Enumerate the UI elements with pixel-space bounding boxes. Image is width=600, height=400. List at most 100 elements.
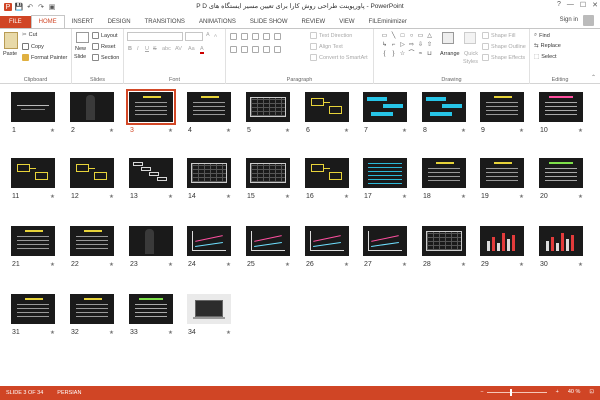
tab-file[interactable]: FILE: [0, 16, 31, 28]
minimize-icon[interactable]: —: [567, 1, 574, 9]
justify-icon[interactable]: [263, 46, 270, 53]
font-name-box[interactable]: [127, 32, 183, 41]
shape-item[interactable]: ≈: [416, 50, 425, 59]
bold-button[interactable]: B: [128, 46, 132, 52]
language-indicator[interactable]: PERSIAN: [57, 390, 81, 396]
slide-thumbnail[interactable]: [70, 158, 114, 188]
shape-fill-button[interactable]: Shape Fill: [482, 32, 515, 39]
shape-item[interactable]: ▭: [380, 32, 389, 41]
italic-button[interactable]: I: [137, 46, 139, 52]
transition-star-icon[interactable]: ★: [109, 262, 114, 268]
quick-styles-label-2[interactable]: Styles: [463, 59, 478, 65]
slide-thumbnail[interactable]: [539, 226, 583, 256]
convert-smartart-button[interactable]: Convert to SmartArt: [310, 54, 368, 61]
slide-thumbnail[interactable]: [363, 92, 407, 122]
font-size-box[interactable]: [185, 32, 203, 41]
transition-star-icon[interactable]: ★: [578, 262, 583, 268]
transition-star-icon[interactable]: ★: [344, 194, 349, 200]
slide-thumbnail[interactable]: [11, 294, 55, 324]
shapes-gallery[interactable]: ▭ ╲ □ ○ ▭ △ ↳ ⌐ ▷ ⇨ ⇩ ⇧{} ☆ ⌒ ≈ ⊔: [380, 32, 438, 68]
shape-item[interactable]: ↳: [380, 41, 389, 50]
transition-star-icon[interactable]: ★: [50, 262, 55, 268]
slide-thumbnail[interactable]: [422, 158, 466, 188]
transition-star-icon[interactable]: ★: [168, 128, 173, 134]
font-color-button[interactable]: A: [200, 46, 204, 54]
slide-thumbnail[interactable]: [480, 158, 524, 188]
slide-thumbnail[interactable]: [70, 92, 114, 122]
transition-star-icon[interactable]: ★: [344, 262, 349, 268]
replace-button[interactable]: ⇆ Replace: [534, 43, 561, 49]
section-button[interactable]: Section: [92, 54, 119, 61]
select-button[interactable]: ⬚ Select: [534, 54, 557, 60]
tab-transitions[interactable]: TRANSITIONS: [138, 16, 192, 28]
zoom-out-icon[interactable]: −: [480, 389, 483, 395]
shape-outline-button[interactable]: Shape Outline: [482, 43, 526, 50]
zoom-slider[interactable]: [486, 388, 547, 396]
shrink-font-button[interactable]: A: [214, 33, 217, 38]
shape-item[interactable]: ⇨: [407, 41, 416, 50]
slide-thumbnail[interactable]: [187, 226, 231, 256]
slide-thumbnail[interactable]: [305, 158, 349, 188]
transition-star-icon[interactable]: ★: [285, 194, 290, 200]
strikethrough-button[interactable]: S: [153, 46, 157, 52]
transition-star-icon[interactable]: ★: [226, 128, 231, 134]
transition-star-icon[interactable]: ★: [109, 128, 114, 134]
shape-item[interactable]: ⇧: [425, 41, 434, 50]
decrease-indent-icon[interactable]: [252, 33, 259, 40]
transition-star-icon[interactable]: ★: [109, 330, 114, 336]
bullets-icon[interactable]: [230, 33, 237, 40]
copy-button[interactable]: Copy: [22, 43, 44, 50]
slide-thumbnail[interactable]: [422, 226, 466, 256]
align-left-icon[interactable]: [230, 46, 237, 53]
format-painter-button[interactable]: Format Painter: [22, 54, 67, 61]
transition-star-icon[interactable]: ★: [461, 262, 466, 268]
close-icon[interactable]: ✕: [592, 1, 598, 9]
transition-star-icon[interactable]: ★: [461, 128, 466, 134]
new-slide-icon[interactable]: [76, 32, 89, 43]
slide-thumbnail[interactable]: [539, 158, 583, 188]
transition-star-icon[interactable]: ★: [50, 330, 55, 336]
change-case-button[interactable]: Aa: [188, 46, 195, 52]
slide-thumbnail[interactable]: [480, 92, 524, 122]
increase-indent-icon[interactable]: [263, 33, 270, 40]
char-spacing-button[interactable]: AV: [175, 46, 182, 52]
slide-thumbnail[interactable]: [129, 226, 173, 256]
shape-item[interactable]: □: [398, 32, 407, 41]
slide-thumbnail[interactable]: [480, 226, 524, 256]
transition-star-icon[interactable]: ★: [402, 128, 407, 134]
grow-font-button[interactable]: A: [206, 32, 210, 38]
transition-star-icon[interactable]: ★: [578, 128, 583, 134]
reset-button[interactable]: Reset: [92, 43, 115, 50]
shape-item[interactable]: ⊔: [425, 50, 434, 59]
slide-thumbnail[interactable]: [305, 226, 349, 256]
paste-button[interactable]: Paste: [3, 51, 17, 57]
align-center-icon[interactable]: [241, 46, 248, 53]
transition-star-icon[interactable]: ★: [285, 262, 290, 268]
shape-item[interactable]: ⇩: [416, 41, 425, 50]
slide-thumbnail[interactable]: [246, 92, 290, 122]
transition-star-icon[interactable]: ★: [578, 194, 583, 200]
slide-thumbnail[interactable]: [363, 158, 407, 188]
transition-star-icon[interactable]: ★: [519, 194, 524, 200]
new-slide-label-1[interactable]: New: [75, 46, 86, 52]
slide-thumbnail[interactable]: [126, 89, 176, 125]
avatar[interactable]: [583, 15, 594, 26]
shape-item[interactable]: △: [425, 32, 434, 41]
columns-icon[interactable]: [274, 46, 281, 53]
transition-star-icon[interactable]: ★: [109, 194, 114, 200]
find-button[interactable]: ⌕ Find: [534, 32, 550, 39]
shape-item[interactable]: ⌐: [389, 41, 398, 50]
transition-star-icon[interactable]: ★: [461, 194, 466, 200]
line-spacing-icon[interactable]: [274, 33, 281, 40]
slide-thumbnail[interactable]: [11, 158, 55, 188]
transition-star-icon[interactable]: ★: [519, 128, 524, 134]
shape-item[interactable]: ○: [407, 32, 416, 41]
align-right-icon[interactable]: [252, 46, 259, 53]
shape-item[interactable]: ☆: [398, 50, 407, 59]
shape-item[interactable]: ╲: [389, 32, 398, 41]
slide-thumbnail[interactable]: [70, 294, 114, 324]
tab-view[interactable]: VIEW: [332, 16, 361, 28]
shape-item[interactable]: {: [380, 50, 389, 59]
shape-item[interactable]: }: [389, 50, 398, 59]
slide-thumbnail[interactable]: [187, 294, 231, 324]
